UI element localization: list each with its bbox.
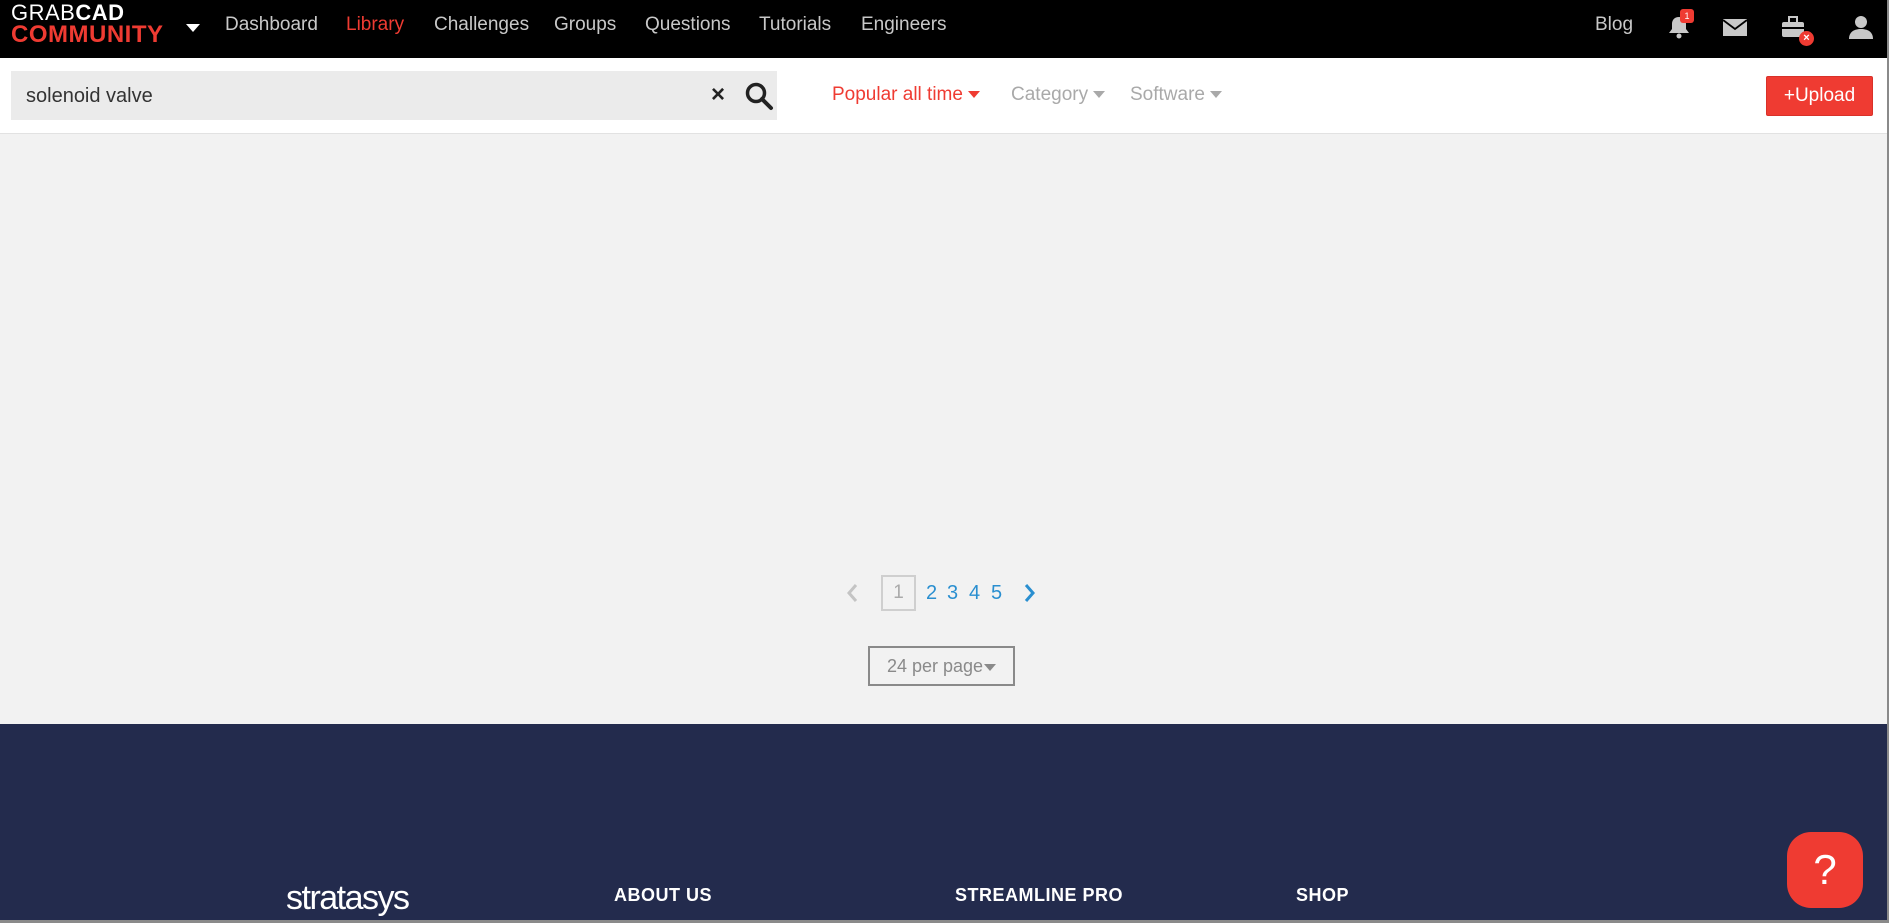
community-menu-caret-icon[interactable] [186, 24, 200, 32]
current-page: 1 [881, 575, 916, 611]
previous-page-icon[interactable] [843, 579, 861, 607]
mail-icon[interactable] [1720, 12, 1750, 42]
footer: stratasys ABOUT US STREAMLINE PRO SHOP ? [0, 724, 1889, 923]
nav-library[interactable]: Library [346, 14, 404, 36]
chevron-down-icon [967, 91, 980, 99]
nav-challenges[interactable]: Challenges [434, 14, 529, 36]
search-input[interactable] [26, 81, 706, 111]
nav-blog[interactable]: Blog [1595, 14, 1633, 36]
per-page-label: 24 per page [886, 656, 984, 676]
help-button[interactable]: ? [1787, 832, 1863, 908]
chevron-down-icon [1209, 91, 1222, 99]
nav-dashboard[interactable]: Dashboard [225, 14, 318, 36]
sort-dropdown[interactable]: Popular all time [832, 84, 980, 106]
notification-count-badge: 1 [1680, 9, 1694, 23]
logo-community: COMMUNITY [11, 21, 164, 48]
nav-groups[interactable]: Groups [554, 14, 616, 36]
search-icon[interactable] [744, 81, 774, 111]
sort-label: Popular all time [832, 84, 963, 105]
nav-engineers[interactable]: Engineers [861, 14, 947, 36]
page-link-2[interactable]: 2 [926, 582, 937, 605]
upload-button[interactable]: +Upload [1766, 76, 1873, 116]
nav-questions[interactable]: Questions [645, 14, 731, 36]
footer-heading-streamline: STREAMLINE PRO [955, 885, 1124, 905]
page-link-5[interactable]: 5 [991, 582, 1002, 605]
footer-heading-shop: SHOP [1296, 885, 1350, 905]
page-link-4[interactable]: 4 [969, 582, 980, 605]
category-dropdown[interactable]: Category [1011, 84, 1106, 106]
user-icon[interactable] [1846, 12, 1876, 42]
nav-tutorials[interactable]: Tutorials [759, 14, 831, 36]
stratasys-logo[interactable]: stratasys [286, 879, 410, 918]
page-link-3[interactable]: 3 [947, 582, 958, 605]
search-filter-bar: × Popular all time Category Software +Up… [0, 58, 1889, 134]
per-page-dropdown[interactable]: 24 per page [868, 646, 1015, 686]
grabcad-logo[interactable]: GRABCAD COMMUNITY [11, 2, 164, 48]
close-badge-icon: × [1799, 31, 1814, 46]
chevron-down-icon [984, 663, 997, 671]
category-label: Category [1011, 84, 1089, 105]
search-box: × [11, 71, 777, 120]
footer-heading-about: ABOUT US [614, 885, 712, 905]
next-page-icon[interactable] [1021, 579, 1039, 607]
software-label: Software [1130, 84, 1205, 105]
chevron-down-icon [1093, 91, 1106, 99]
clear-search-icon[interactable]: × [711, 81, 725, 109]
software-dropdown[interactable]: Software [1130, 84, 1222, 106]
top-navbar: GRABCAD COMMUNITY Dashboard Library Chal… [0, 0, 1889, 58]
